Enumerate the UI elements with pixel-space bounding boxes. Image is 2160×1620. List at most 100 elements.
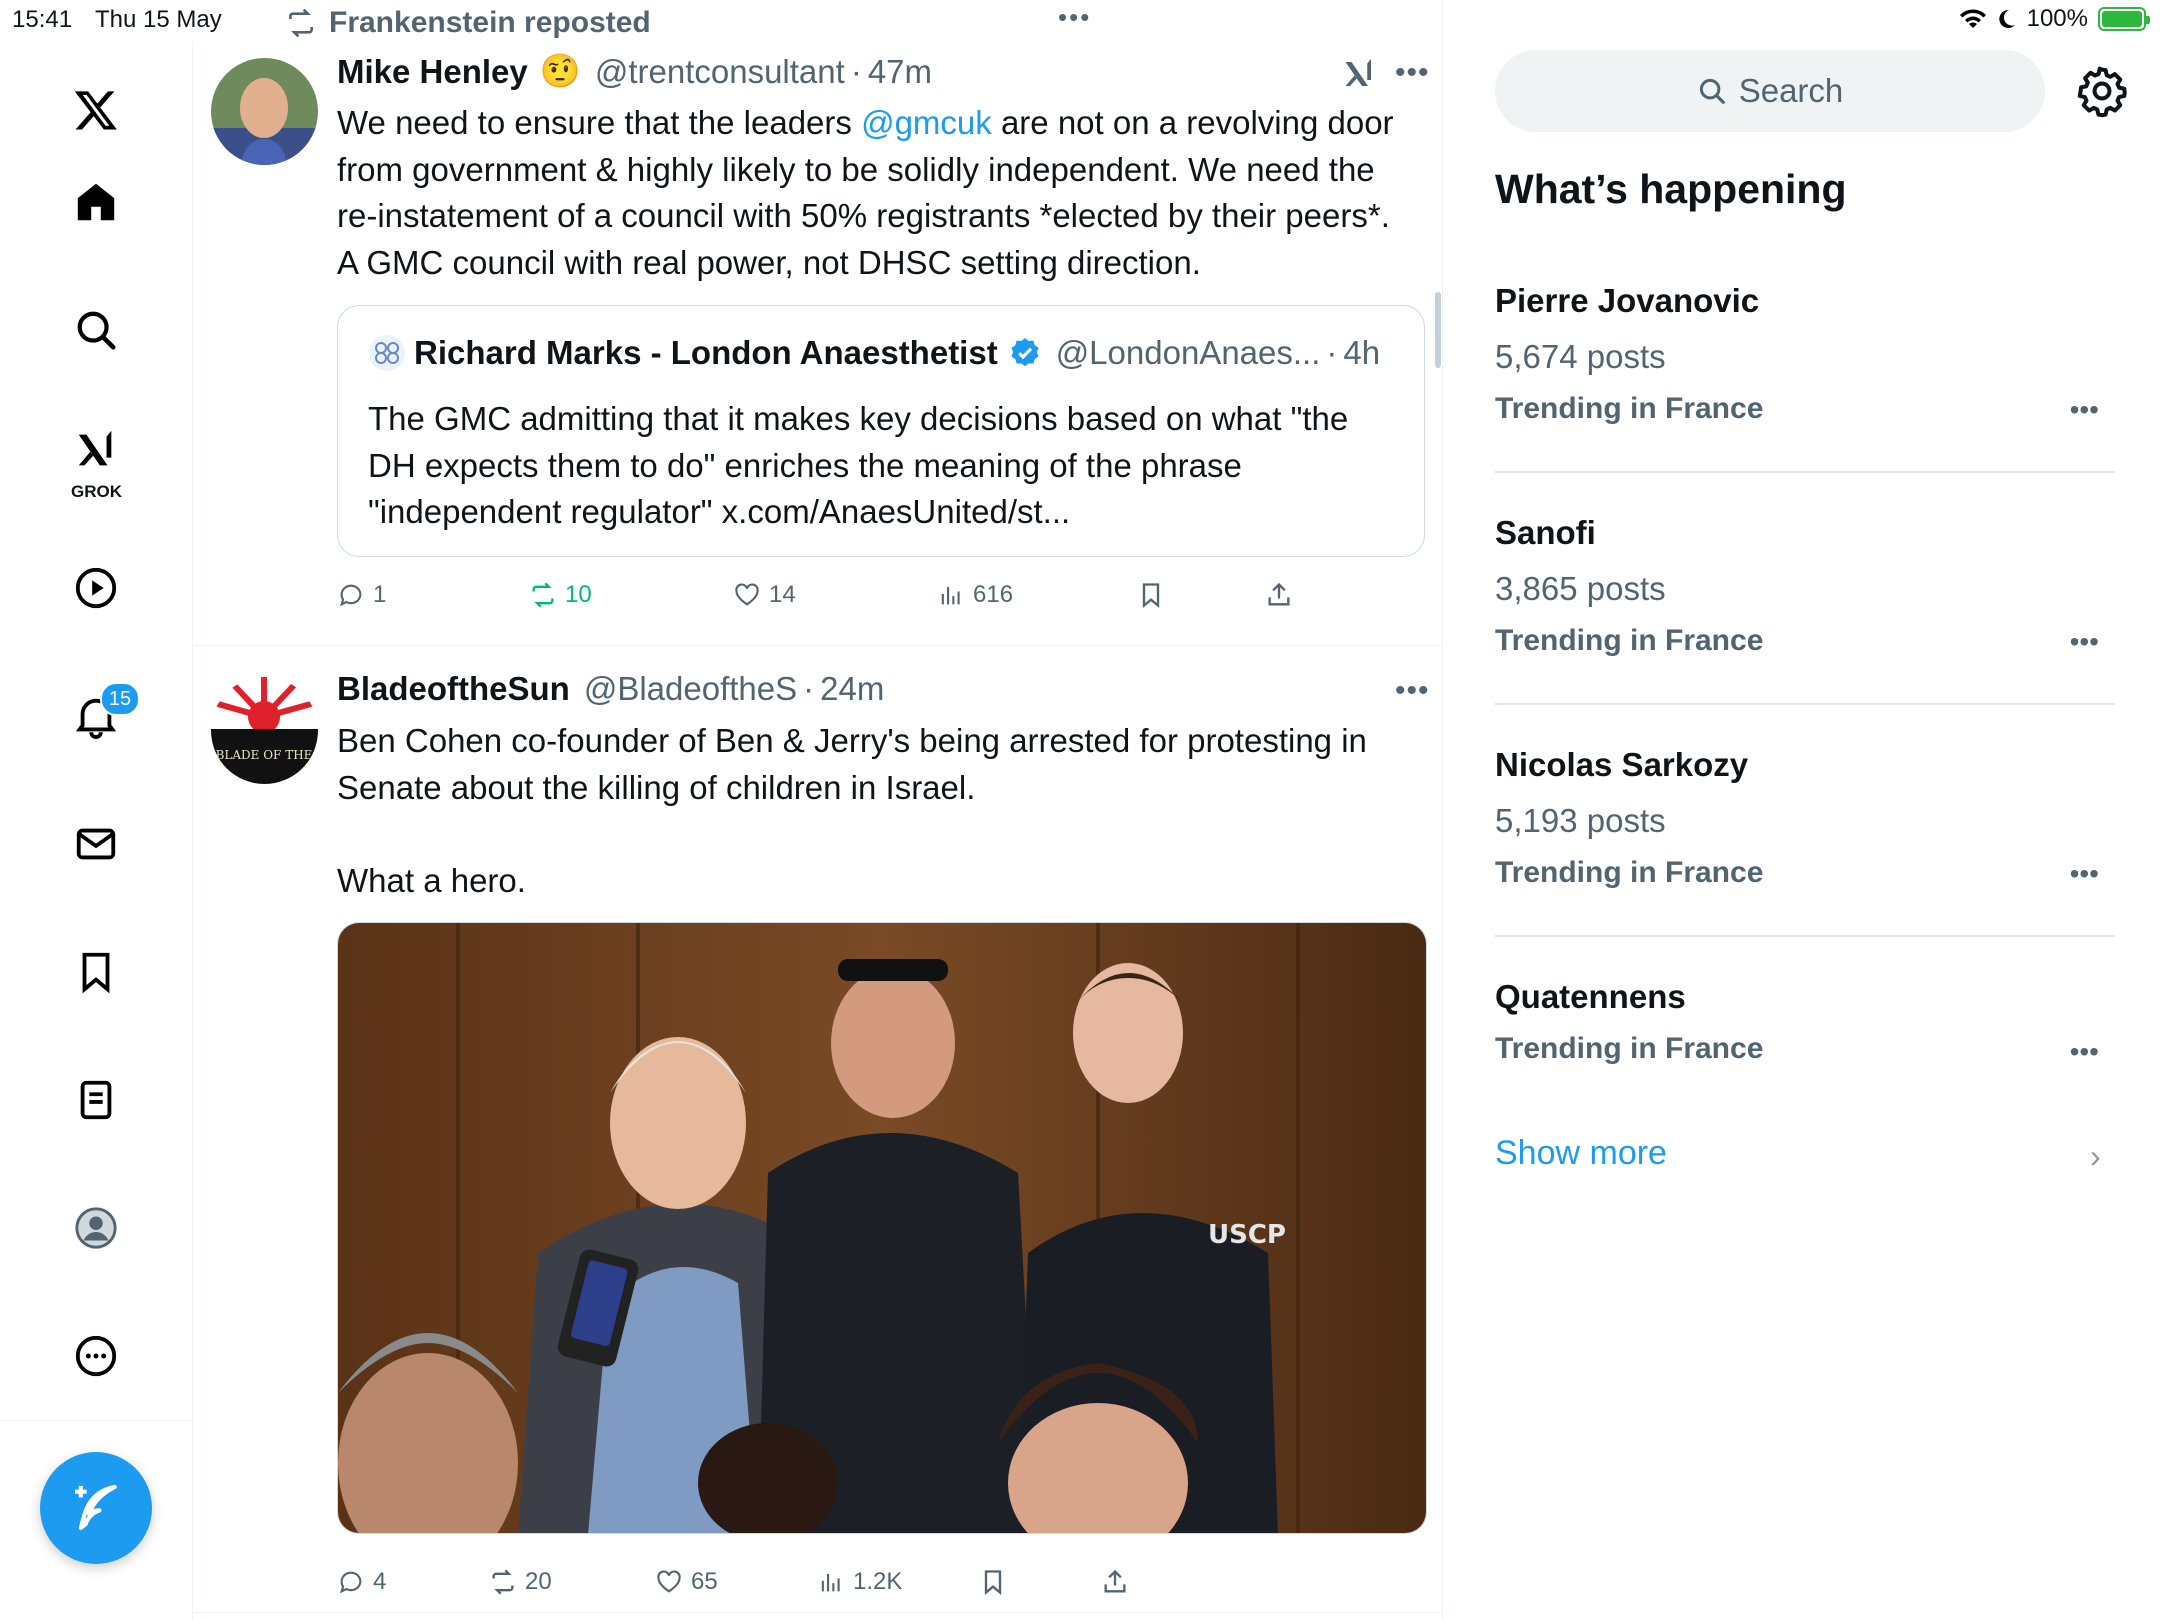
right-sidebar: Search What’s happening Pierre Jovanovic…: [1445, 0, 2160, 1620]
trend-posts: 5,193 posts: [1495, 802, 1666, 839]
trend-more-icon[interactable]: •••: [2070, 394, 2099, 426]
trend-item[interactable]: Quatennens Trending in France •••: [1495, 978, 2115, 1068]
header-separator: ·: [803, 670, 815, 707]
heart-icon: [735, 583, 759, 606]
bookmark-button[interactable]: [979, 1562, 1007, 1602]
share-icon: [1104, 1569, 1126, 1593]
trend-name: Sanofi: [1495, 514, 1596, 551]
more-options-icon[interactable]: [50, 1310, 142, 1402]
repost-icon: [492, 1569, 514, 1595]
trend-posts: 5,674 posts: [1495, 338, 1666, 375]
messages-envelope-icon[interactable]: [50, 798, 142, 890]
reply-icon: [339, 1571, 362, 1594]
reply-button[interactable]: 4: [337, 1562, 386, 1602]
share-button[interactable]: [1101, 1562, 1129, 1602]
compose-post-button[interactable]: [40, 1452, 152, 1564]
lists-icon[interactable]: [50, 1054, 142, 1146]
repost-context[interactable]: Frankenstein reposted: [285, 6, 651, 40]
repost-icon: [289, 8, 313, 38]
tweet-divider: [193, 1612, 1443, 1613]
quote-avatar[interactable]: [368, 334, 406, 372]
repost-button[interactable]: 10: [529, 575, 592, 615]
whats-happening-title: What’s happening: [1495, 166, 1847, 212]
like-button[interactable]: 65: [655, 1562, 718, 1602]
verified-badge-icon: [1011, 338, 1039, 367]
quote-text: The GMC admitting that it makes key deci…: [368, 400, 1349, 530]
chevron-right-icon[interactable]: ›: [2090, 1138, 2101, 1175]
trend-context: Trending in France: [1495, 624, 1764, 657]
bookmark-icon: [984, 1570, 1002, 1595]
share-icon: [1268, 582, 1290, 606]
tweet-header: BladeoftheSun @BladeoftheS · 24m: [337, 670, 884, 708]
scrollbar-thumb[interactable]: [1435, 292, 1441, 368]
trend-more-icon[interactable]: •••: [2070, 626, 2099, 658]
repost-button[interactable]: 20: [489, 1562, 552, 1602]
status-time: 15:41: [12, 6, 73, 33]
tweet-image[interactable]: USCP: [337, 922, 1427, 1534]
author-handle[interactable]: @trentconsultant: [595, 53, 845, 91]
tweet-actions: 4 20 65 1.2K: [337, 1562, 1337, 1602]
repost-icon: [532, 582, 554, 608]
trend-divider: [1495, 935, 2115, 937]
view-count: 616: [973, 581, 1014, 608]
like-button[interactable]: 14: [733, 575, 796, 615]
avatar[interactable]: [211, 58, 318, 165]
share-button[interactable]: [1265, 575, 1293, 615]
quoted-tweet[interactable]: Richard Marks - London Anaesthetist @Lon…: [337, 305, 1425, 557]
author-name[interactable]: Mike Henley: [337, 53, 528, 91]
profile-avatar-icon[interactable]: [50, 1182, 142, 1274]
author-name[interactable]: BladeoftheSun: [337, 670, 570, 708]
avatar[interactable]: BLADE OF THE: [211, 677, 318, 784]
tweet-header: Mike Henley 🤨 @trentconsultant · 47m: [337, 52, 932, 91]
author-handle[interactable]: @BladeoftheS: [584, 670, 797, 708]
tweet-text-part: We need to ensure that the leaders: [337, 104, 862, 141]
search-placeholder: Search: [1738, 72, 1844, 109]
views-button[interactable]: 616: [937, 575, 1013, 615]
trend-item[interactable]: Pierre Jovanovic 5,674 posts Trending in…: [1495, 282, 2115, 426]
trend-name: Nicolas Sarkozy: [1495, 746, 1749, 783]
nav-divider: [0, 1420, 193, 1421]
reply-button[interactable]: 1: [337, 575, 386, 615]
repost-label: Frankenstein reposted: [329, 6, 651, 39]
trend-posts: 3,865 posts: [1495, 570, 1666, 607]
search-input[interactable]: Search: [1495, 50, 2045, 132]
tweet-more-icon[interactable]: •••: [1395, 56, 1430, 90]
trend-divider: [1495, 471, 2115, 473]
home-icon[interactable]: [50, 156, 142, 248]
reply-icon: [339, 584, 362, 607]
trend-name: Pierre Jovanovic: [1495, 282, 1760, 319]
settings-gear-icon[interactable]: [2075, 64, 2129, 118]
quote-author-handle: @LondonAnaes...: [1055, 334, 1321, 371]
show-more-link[interactable]: Show more: [1495, 1134, 1667, 1173]
reply-count: 1: [373, 581, 387, 608]
tweet-divider: [193, 645, 1443, 646]
author-emoji: 🤨: [539, 52, 581, 89]
quote-time: 4h: [1343, 334, 1381, 371]
bookmark-button[interactable]: [1137, 575, 1165, 615]
image-badge-text: USCP: [1208, 1220, 1286, 1250]
mention-link[interactable]: @gmcuk: [861, 104, 992, 141]
trend-item[interactable]: Nicolas Sarkozy 5,193 posts Trending in …: [1495, 746, 2115, 890]
tweet-more-icon[interactable]: •••: [1395, 674, 1430, 708]
tweet-text: Ben Cohen co-founder of Ben & Jerry's be…: [337, 722, 1367, 899]
view-count: 1.2K: [853, 1568, 903, 1595]
explore-search-icon[interactable]: [50, 284, 142, 376]
views-chart-icon: [821, 1573, 840, 1592]
views-button[interactable]: 1.2K: [817, 1562, 902, 1602]
tweet-time[interactable]: 47m: [868, 53, 932, 91]
left-nav: GROK 15: [0, 42, 193, 1620]
video-play-icon[interactable]: [50, 542, 142, 634]
reply-count: 4: [373, 1568, 387, 1595]
trend-context: Trending in France: [1495, 1032, 1764, 1065]
trend-item[interactable]: Sanofi 3,865 posts Trending in France ••…: [1495, 514, 2115, 658]
trend-more-icon[interactable]: •••: [2070, 1036, 2099, 1068]
bookmark-icon: [1142, 583, 1160, 608]
x-logo-icon[interactable]: [50, 64, 142, 156]
views-chart-icon: [941, 586, 960, 605]
quote-header: Richard Marks - London Anaesthetist @Lon…: [368, 334, 1380, 372]
grok-explain-icon[interactable]: [1341, 56, 1377, 92]
trend-more-icon[interactable]: •••: [2070, 858, 2099, 890]
tweet-time[interactable]: 24m: [820, 670, 884, 708]
like-count: 65: [691, 1568, 718, 1595]
bookmarks-icon[interactable]: [50, 926, 142, 1018]
